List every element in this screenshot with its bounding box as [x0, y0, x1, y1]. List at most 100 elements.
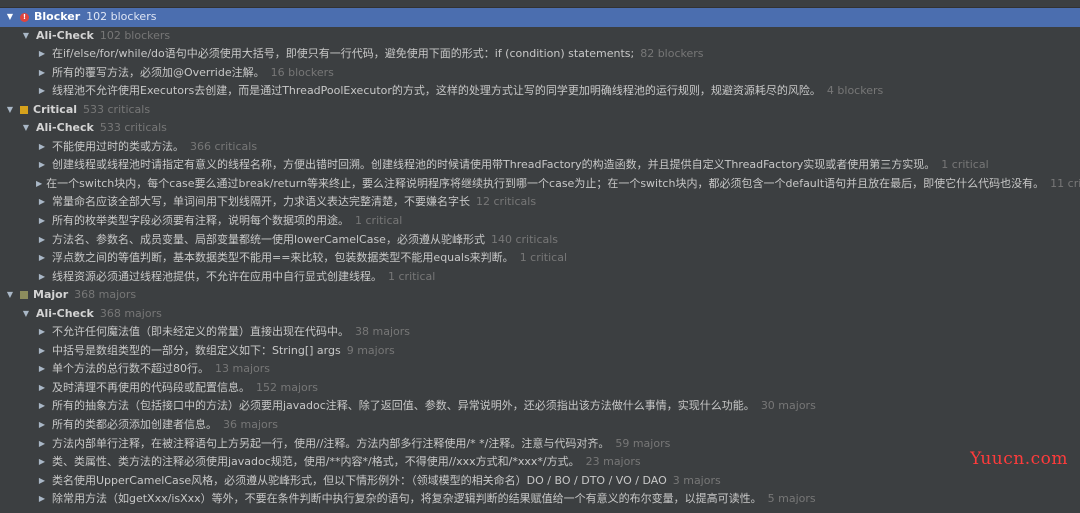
node-label: Critical	[33, 102, 78, 116]
node-count: 38 majors	[355, 325, 410, 339]
severity-node-critical[interactable]: ▼ Critical 533 criticals	[0, 101, 1080, 120]
node-label: 除常用方法（如getXxx/isXxx）等外，不要在条件判断中执行复杂的语句，将…	[52, 492, 762, 506]
node-label: 所有的覆写方法，必须加@Override注解。	[52, 65, 265, 79]
triangle-right-icon[interactable]: ▶	[36, 82, 48, 101]
triangle-right-icon[interactable]: ▶	[36, 379, 48, 398]
node-count: 13 majors	[215, 362, 270, 376]
node-label: 常量命名应该全部大写，单词间用下划线隔开，力求语义表达完整清楚，不要嫌名字长	[52, 195, 470, 209]
rule-node[interactable]: ▶ 不能使用过时的类或方法。 366 criticals	[0, 138, 1080, 157]
group-node[interactable]: ▼ Ali-Check 533 criticals	[0, 119, 1080, 138]
node-label: 在一个switch块内，每个case要么通过break/return等来终止，要…	[46, 176, 1045, 190]
node-count: 366 criticals	[190, 139, 258, 153]
triangle-right-icon[interactable]: ▶	[36, 212, 48, 231]
node-count: 152 majors	[256, 380, 318, 394]
rule-node[interactable]: ▶ 方法名、参数名、成员变量、局部变量都统一使用lowerCamelCase，必须…	[0, 231, 1080, 250]
triangle-right-icon[interactable]: ▶	[36, 193, 48, 212]
node-count: 30 majors	[760, 399, 816, 413]
triangle-right-icon[interactable]: ▶	[36, 175, 42, 194]
rule-node[interactable]: ▶ 单个方法的总行数不超过80行。 13 majors	[0, 360, 1080, 379]
rule-node[interactable]: ▶ 线程池不允许使用Executors去创建，而是通过ThreadPoolExec…	[0, 82, 1080, 101]
rule-node[interactable]: ▶ 中括号是数组类型的一部分，数组定义如下：String[] args 9 majo…	[0, 342, 1080, 361]
triangle-right-icon[interactable]: ▶	[36, 249, 48, 268]
triangle-down-icon[interactable]: ▼	[4, 8, 16, 27]
node-count: 16 blockers	[270, 65, 334, 79]
rule-node[interactable]: ▶ 在一个switch块内，每个case要么通过break/return等来终止，…	[0, 175, 1080, 194]
rule-node[interactable]: ▶ 类名使用UpperCamelCase风格，必须遵从驼峰形式，但以下情形例外：（…	[0, 472, 1080, 491]
critical-severity-icon	[20, 106, 28, 114]
triangle-right-icon[interactable]: ▶	[36, 268, 48, 287]
triangle-down-icon[interactable]: ▼	[20, 305, 32, 324]
node-label: 中括号是数组类型的一部分，数组定义如下：String[] args	[52, 343, 341, 357]
node-label: 方法内部单行注释，在被注释语句上方另起一行，使用//注释。方法内部多行注释使用/…	[52, 436, 610, 450]
triangle-right-icon[interactable]: ▶	[36, 342, 48, 361]
triangle-down-icon[interactable]: ▼	[20, 27, 32, 46]
node-label: 单个方法的总行数不超过80行。	[52, 362, 209, 376]
node-count: 368 majors	[74, 288, 137, 302]
rule-node[interactable]: ▶ 不允许任何魔法值（即未经定义的常量）直接出现在代码中。 38 majors	[0, 323, 1080, 342]
node-label: Major	[33, 288, 69, 302]
rule-node[interactable]: ▶ 及时清理不再使用的代码段或配置信息。 152 majors	[0, 379, 1080, 398]
triangle-right-icon[interactable]: ▶	[36, 138, 48, 157]
rule-node[interactable]: ▶ 除常用方法（如getXxx/isXxx）等外，不要在条件判断中执行复杂的语句，…	[0, 490, 1080, 509]
triangle-right-icon[interactable]: ▶	[36, 64, 48, 83]
node-label: 类、类属性、类方法的注释必须使用javadoc规范，使用/**内容*/格式，不得…	[52, 455, 580, 469]
blocker-severity-icon: !	[20, 12, 29, 22]
rule-node[interactable]: ▶ 所有的类都必须添加创建者信息。 36 majors	[0, 416, 1080, 435]
rule-node[interactable]: ▶ 线程资源必须通过线程池提供，不允许在应用中自行显式创建线程。 1 critica…	[0, 268, 1080, 287]
node-label: 线程池不允许使用Executors去创建，而是通过ThreadPoolExecu…	[52, 84, 821, 98]
rule-node[interactable]: ▶ 所有的枚举类型字段必须要有注释，说明每个数据项的用途。 1 critical	[0, 212, 1080, 231]
rule-node[interactable]: ▶ 常量命名应该全部大写，单词间用下划线隔开，力求语义表达完整清楚，不要嫌名字长 1…	[0, 193, 1080, 212]
triangle-down-icon[interactable]: ▼	[20, 119, 32, 138]
node-count: 368 majors	[99, 306, 162, 320]
triangle-right-icon[interactable]: ▶	[36, 323, 48, 342]
inspection-results-tree[interactable]: ▼! Blocker 102 blockers ▼ Ali-Check 102 block…	[0, 8, 1080, 509]
node-label: Ali-Check	[36, 121, 94, 135]
rule-node[interactable]: ▶ 方法内部单行注释，在被注释语句上方另起一行，使用//注释。方法内部多行注释使用…	[0, 435, 1080, 454]
node-label: 在if/else/for/while/do语句中必须使用大括号，即使只有一行代码…	[52, 47, 635, 61]
node-count: 140 criticals	[490, 232, 559, 246]
rule-node[interactable]: ▶ 在if/else/for/while/do语句中必须使用大括号，即使只有一行代…	[0, 45, 1080, 64]
node-label: Ali-Check	[36, 28, 94, 42]
triangle-down-icon[interactable]: ▼	[4, 101, 16, 120]
panel-top-strip	[0, 0, 1080, 8]
node-count: 82 blockers	[640, 47, 704, 61]
triangle-right-icon[interactable]: ▶	[36, 397, 48, 416]
rule-node[interactable]: ▶ 创建线程或线程池时请指定有意义的线程名称，方便出错时回溯。创建线程池的时候请使…	[0, 156, 1080, 175]
node-label: Ali-Check	[36, 306, 94, 320]
rule-node[interactable]: ▶ 浮点数之间的等值判断，基本数据类型不能用==来比较，包装数据类型不能用equa…	[0, 249, 1080, 268]
group-node[interactable]: ▼ Ali-Check 368 majors	[0, 305, 1080, 324]
node-count: 1 critical	[355, 214, 403, 228]
node-count: 12 criticals	[476, 195, 537, 209]
triangle-down-icon[interactable]: ▼	[4, 286, 16, 305]
triangle-right-icon[interactable]: ▶	[36, 435, 48, 454]
triangle-right-icon[interactable]: ▶	[36, 45, 48, 64]
node-count: 23 majors	[585, 455, 641, 469]
severity-node-blocker[interactable]: ▼! Blocker 102 blockers	[0, 8, 1080, 27]
rule-node[interactable]: ▶ 类、类属性、类方法的注释必须使用javadoc规范，使用/**内容*/格式，不…	[0, 453, 1080, 472]
triangle-right-icon[interactable]: ▶	[36, 490, 48, 509]
node-label: 不允许任何魔法值（即未经定义的常量）直接出现在代码中。	[52, 325, 349, 339]
node-count: 5 majors	[767, 492, 816, 506]
node-count: 102 blockers	[86, 10, 157, 23]
severity-node-major[interactable]: ▼ Major 368 majors	[0, 286, 1080, 305]
major-severity-icon	[20, 291, 28, 300]
node-label: 及时清理不再使用的代码段或配置信息。	[52, 380, 250, 394]
node-count: 4 blockers	[826, 84, 884, 98]
rule-node[interactable]: ▶ 所有的覆写方法，必须加@Override注解。 16 blockers	[0, 64, 1080, 83]
node-count: 533 criticals	[83, 102, 151, 116]
node-label: 浮点数之间的等值判断，基本数据类型不能用==来比较，包装数据类型不能用equal…	[52, 251, 514, 265]
node-count: 9 majors	[346, 343, 395, 357]
node-label: 所有的枚举类型字段必须要有注释，说明每个数据项的用途。	[52, 214, 349, 228]
node-label: 所有的抽象方法（包括接口中的方法）必须要用javadoc注释、除了返回值、参数、…	[52, 399, 755, 413]
node-label: 方法名、参数名、成员变量、局部变量都统一使用lowerCamelCase，必须遵…	[52, 232, 485, 246]
triangle-right-icon[interactable]: ▶	[36, 416, 48, 435]
rule-node[interactable]: ▶ 所有的抽象方法（包括接口中的方法）必须要用javadoc注释、除了返回值、参数…	[0, 397, 1080, 416]
watermark: Yuucn.com	[970, 449, 1068, 469]
node-count: 59 majors	[615, 436, 671, 450]
triangle-right-icon[interactable]: ▶	[36, 360, 48, 379]
triangle-right-icon[interactable]: ▶	[36, 231, 48, 250]
triangle-right-icon[interactable]: ▶	[36, 472, 48, 491]
triangle-right-icon[interactable]: ▶	[36, 453, 48, 472]
triangle-right-icon[interactable]: ▶	[36, 156, 48, 175]
group-node[interactable]: ▼ Ali-Check 102 blockers	[0, 27, 1080, 46]
